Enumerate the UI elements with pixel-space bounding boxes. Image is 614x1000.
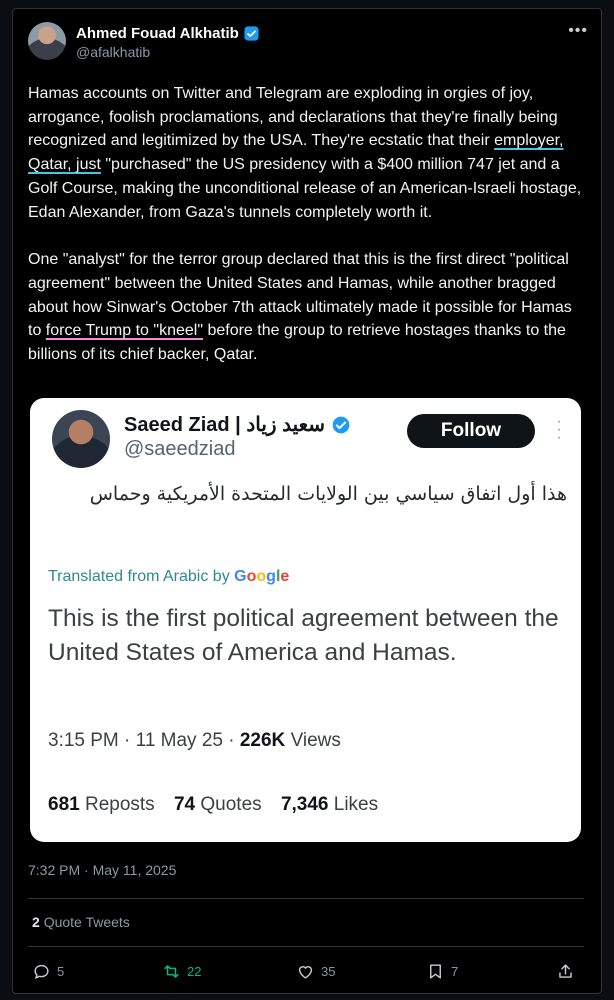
divider [28, 946, 584, 947]
quoted-date[interactable]: 11 May 25 [136, 730, 223, 751]
paragraph-1-text: Hamas accounts on Twitter and Telegram a… [28, 85, 558, 150]
quoted-tweet-card[interactable]: Saeed Ziad | سعيد زياد @saeedziad Follow… [30, 398, 581, 842]
verified-badge-icon [332, 416, 350, 433]
translation-attribution: Translated from Arabic by Google [48, 568, 289, 586]
reposts-stat[interactable]: 681 Reposts [48, 794, 155, 815]
translated-text: This is the first political agreement be… [48, 605, 559, 666]
repost-button[interactable]: 22 [162, 962, 201, 981]
tweet-timestamp[interactable]: 7:32 PM · May 11, 2025 [28, 862, 176, 878]
follow-button[interactable]: Follow [407, 414, 535, 448]
like-button[interactable]: 35 [296, 962, 335, 981]
tweet-actions: 5 22 35 7 [28, 962, 584, 986]
verified-badge-icon [244, 26, 259, 41]
views-label: Views [290, 730, 341, 751]
google-logo: Google [234, 568, 290, 585]
tweet-text: Hamas accounts on Twitter and Telegram a… [28, 82, 588, 367]
more-options-icon[interactable]: ••• [568, 22, 588, 40]
quoted-author-avatar[interactable] [52, 410, 110, 468]
reply-button[interactable]: 5 [32, 962, 64, 981]
share-icon [559, 964, 572, 978]
author-avatar[interactable] [28, 22, 66, 60]
paragraph-2-highlight: force Trump to "kneel" [45, 322, 203, 340]
quotes-stat[interactable]: 74 Quotes [174, 794, 262, 815]
tweet-paragraph-1: Hamas accounts on Twitter and Telegram a… [28, 82, 588, 224]
tweet-author[interactable]: Ahmed Fouad Alkhatib @afalkhatib [28, 22, 260, 60]
bookmark-icon [430, 964, 441, 979]
reply-count: 5 [57, 964, 65, 979]
quoted-time[interactable]: 3:15 PM [48, 730, 119, 751]
quoted-author-name[interactable]: Saeed Ziad | سعيد زياد [124, 412, 325, 437]
views-count: 226K [239, 730, 286, 751]
like-count: 35 [321, 964, 336, 979]
bookmark-button[interactable]: 7 [426, 962, 458, 981]
likes-stat[interactable]: 7,346 Likes [281, 794, 378, 815]
repost-count: 22 [187, 964, 202, 979]
quote-tweets-count: 2 [32, 914, 40, 930]
reply-icon [34, 964, 49, 980]
quoted-arabic-text: هذا أول اتفاق سياسي بين الولايات المتحدة… [89, 483, 567, 505]
quoted-meta: 3:15 PM · 11 May 25 · 226K Views [48, 730, 341, 751]
card-more-icon[interactable]: · · · [554, 414, 564, 446]
repost-icon [164, 965, 179, 978]
divider [28, 898, 584, 899]
quote-tweets-label: Quote Tweets [43, 914, 130, 930]
bookmark-count: 7 [451, 964, 459, 979]
quote-tweets-link[interactable]: 2 Quote Tweets [32, 914, 130, 930]
quoted-stats: 681 Reposts 74 Quotes 7,346 Likes [48, 794, 392, 816]
share-button[interactable] [556, 962, 581, 981]
author-handle[interactable]: @afalkhatib [76, 44, 260, 60]
heart-icon [298, 966, 313, 979]
paragraph-1-text-end: "purchased" the US presidency with a $40… [28, 156, 582, 221]
translated-label: Translated from Arabic by [48, 568, 230, 585]
quoted-author-handle[interactable]: @saeedziad [124, 438, 235, 461]
tweet-paragraph-2: One "analyst" for the terror group decla… [28, 248, 588, 367]
author-name[interactable]: Ahmed Fouad Alkhatib [76, 25, 239, 42]
